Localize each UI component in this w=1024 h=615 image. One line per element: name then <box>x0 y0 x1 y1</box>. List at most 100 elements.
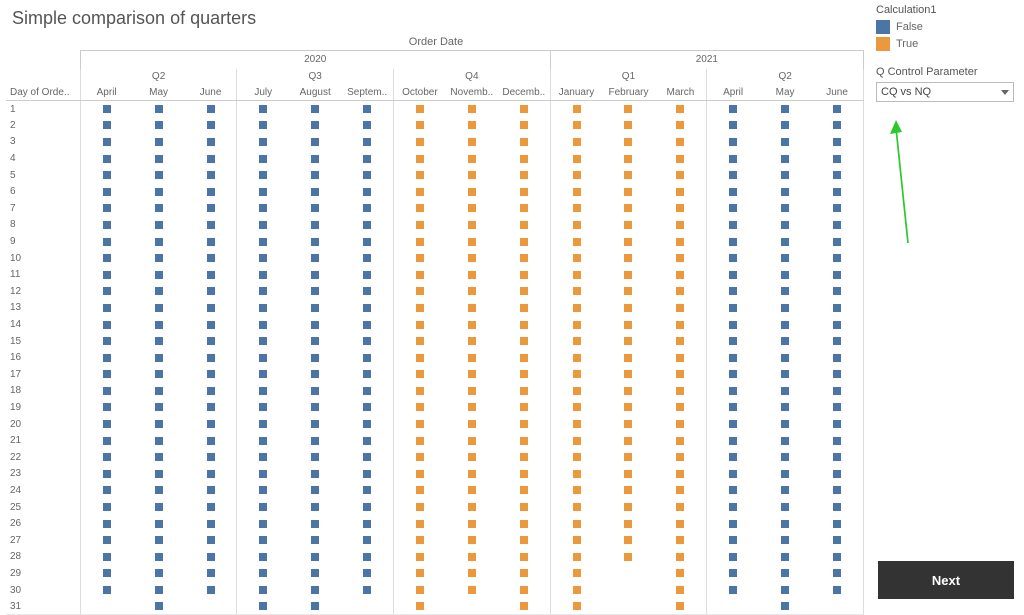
data-cell[interactable] <box>602 167 654 184</box>
data-cell[interactable] <box>80 565 132 582</box>
data-cell[interactable] <box>341 349 393 366</box>
data-cell[interactable] <box>759 300 811 317</box>
data-cell[interactable] <box>446 449 498 466</box>
data-cell[interactable] <box>341 598 393 615</box>
data-cell[interactable] <box>498 117 550 134</box>
data-cell[interactable] <box>394 167 446 184</box>
data-cell[interactable] <box>341 266 393 283</box>
data-cell[interactable] <box>602 333 654 350</box>
data-cell[interactable] <box>133 283 185 300</box>
data-cell[interactable] <box>550 233 602 250</box>
data-cell[interactable] <box>341 167 393 184</box>
data-cell[interactable] <box>811 549 863 566</box>
data-cell[interactable] <box>185 432 237 449</box>
data-cell[interactable] <box>185 117 237 134</box>
data-cell[interactable] <box>80 167 132 184</box>
data-cell[interactable] <box>602 117 654 134</box>
data-cell[interactable] <box>80 300 132 317</box>
data-cell[interactable] <box>655 266 707 283</box>
data-cell[interactable] <box>811 399 863 416</box>
data-cell[interactable] <box>289 316 341 333</box>
data-cell[interactable] <box>80 217 132 234</box>
data-cell[interactable] <box>80 183 132 200</box>
data-cell[interactable] <box>289 598 341 615</box>
data-cell[interactable] <box>341 532 393 549</box>
data-cell[interactable] <box>341 582 393 599</box>
data-cell[interactable] <box>811 183 863 200</box>
data-cell[interactable] <box>498 250 550 267</box>
data-cell[interactable] <box>655 233 707 250</box>
data-cell[interactable] <box>446 250 498 267</box>
data-cell[interactable] <box>811 416 863 433</box>
data-cell[interactable] <box>655 499 707 516</box>
data-cell[interactable] <box>80 449 132 466</box>
data-cell[interactable] <box>237 598 289 615</box>
data-cell[interactable] <box>811 582 863 599</box>
data-cell[interactable] <box>289 349 341 366</box>
data-cell[interactable] <box>446 549 498 566</box>
data-cell[interactable] <box>289 233 341 250</box>
data-cell[interactable] <box>133 200 185 217</box>
data-cell[interactable] <box>185 316 237 333</box>
data-cell[interactable] <box>550 167 602 184</box>
data-cell[interactable] <box>237 283 289 300</box>
data-cell[interactable] <box>185 283 237 300</box>
data-cell[interactable] <box>341 515 393 532</box>
data-cell[interactable] <box>394 283 446 300</box>
data-cell[interactable] <box>655 283 707 300</box>
data-cell[interactable] <box>80 134 132 151</box>
data-cell[interactable] <box>341 416 393 433</box>
data-cell[interactable] <box>811 316 863 333</box>
data-cell[interactable] <box>707 383 759 400</box>
data-cell[interactable] <box>498 366 550 383</box>
data-cell[interactable] <box>655 416 707 433</box>
parameter-dropdown[interactable]: CQ vs NQ <box>876 82 1014 102</box>
data-cell[interactable] <box>498 515 550 532</box>
data-cell[interactable] <box>80 316 132 333</box>
data-cell[interactable] <box>185 416 237 433</box>
data-cell[interactable] <box>185 399 237 416</box>
data-cell[interactable] <box>80 399 132 416</box>
data-cell[interactable] <box>446 117 498 134</box>
data-cell[interactable] <box>759 466 811 483</box>
data-cell[interactable] <box>707 432 759 449</box>
data-cell[interactable] <box>289 565 341 582</box>
data-cell[interactable] <box>602 134 654 151</box>
data-cell[interactable] <box>707 565 759 582</box>
data-cell[interactable] <box>498 233 550 250</box>
data-cell[interactable] <box>446 515 498 532</box>
data-cell[interactable] <box>341 101 393 118</box>
data-cell[interactable] <box>498 532 550 549</box>
data-cell[interactable] <box>237 316 289 333</box>
data-cell[interactable] <box>237 250 289 267</box>
data-cell[interactable] <box>394 266 446 283</box>
data-cell[interactable] <box>133 532 185 549</box>
data-cell[interactable] <box>289 150 341 167</box>
data-cell[interactable] <box>341 333 393 350</box>
data-cell[interactable] <box>550 134 602 151</box>
data-cell[interactable] <box>237 449 289 466</box>
data-cell[interactable] <box>811 300 863 317</box>
data-cell[interactable] <box>289 366 341 383</box>
data-cell[interactable] <box>811 532 863 549</box>
data-cell[interactable] <box>655 300 707 317</box>
data-cell[interactable] <box>759 532 811 549</box>
data-cell[interactable] <box>602 515 654 532</box>
data-cell[interactable] <box>394 150 446 167</box>
data-cell[interactable] <box>550 300 602 317</box>
data-cell[interactable] <box>237 167 289 184</box>
data-cell[interactable] <box>707 300 759 317</box>
data-cell[interactable] <box>80 532 132 549</box>
data-cell[interactable] <box>759 217 811 234</box>
data-cell[interactable] <box>759 482 811 499</box>
data-cell[interactable] <box>237 333 289 350</box>
data-cell[interactable] <box>498 300 550 317</box>
data-cell[interactable] <box>133 482 185 499</box>
data-cell[interactable] <box>289 217 341 234</box>
data-cell[interactable] <box>394 598 446 615</box>
data-cell[interactable] <box>602 200 654 217</box>
data-cell[interactable] <box>550 549 602 566</box>
data-cell[interactable] <box>498 134 550 151</box>
data-cell[interactable] <box>394 349 446 366</box>
data-cell[interactable] <box>602 217 654 234</box>
